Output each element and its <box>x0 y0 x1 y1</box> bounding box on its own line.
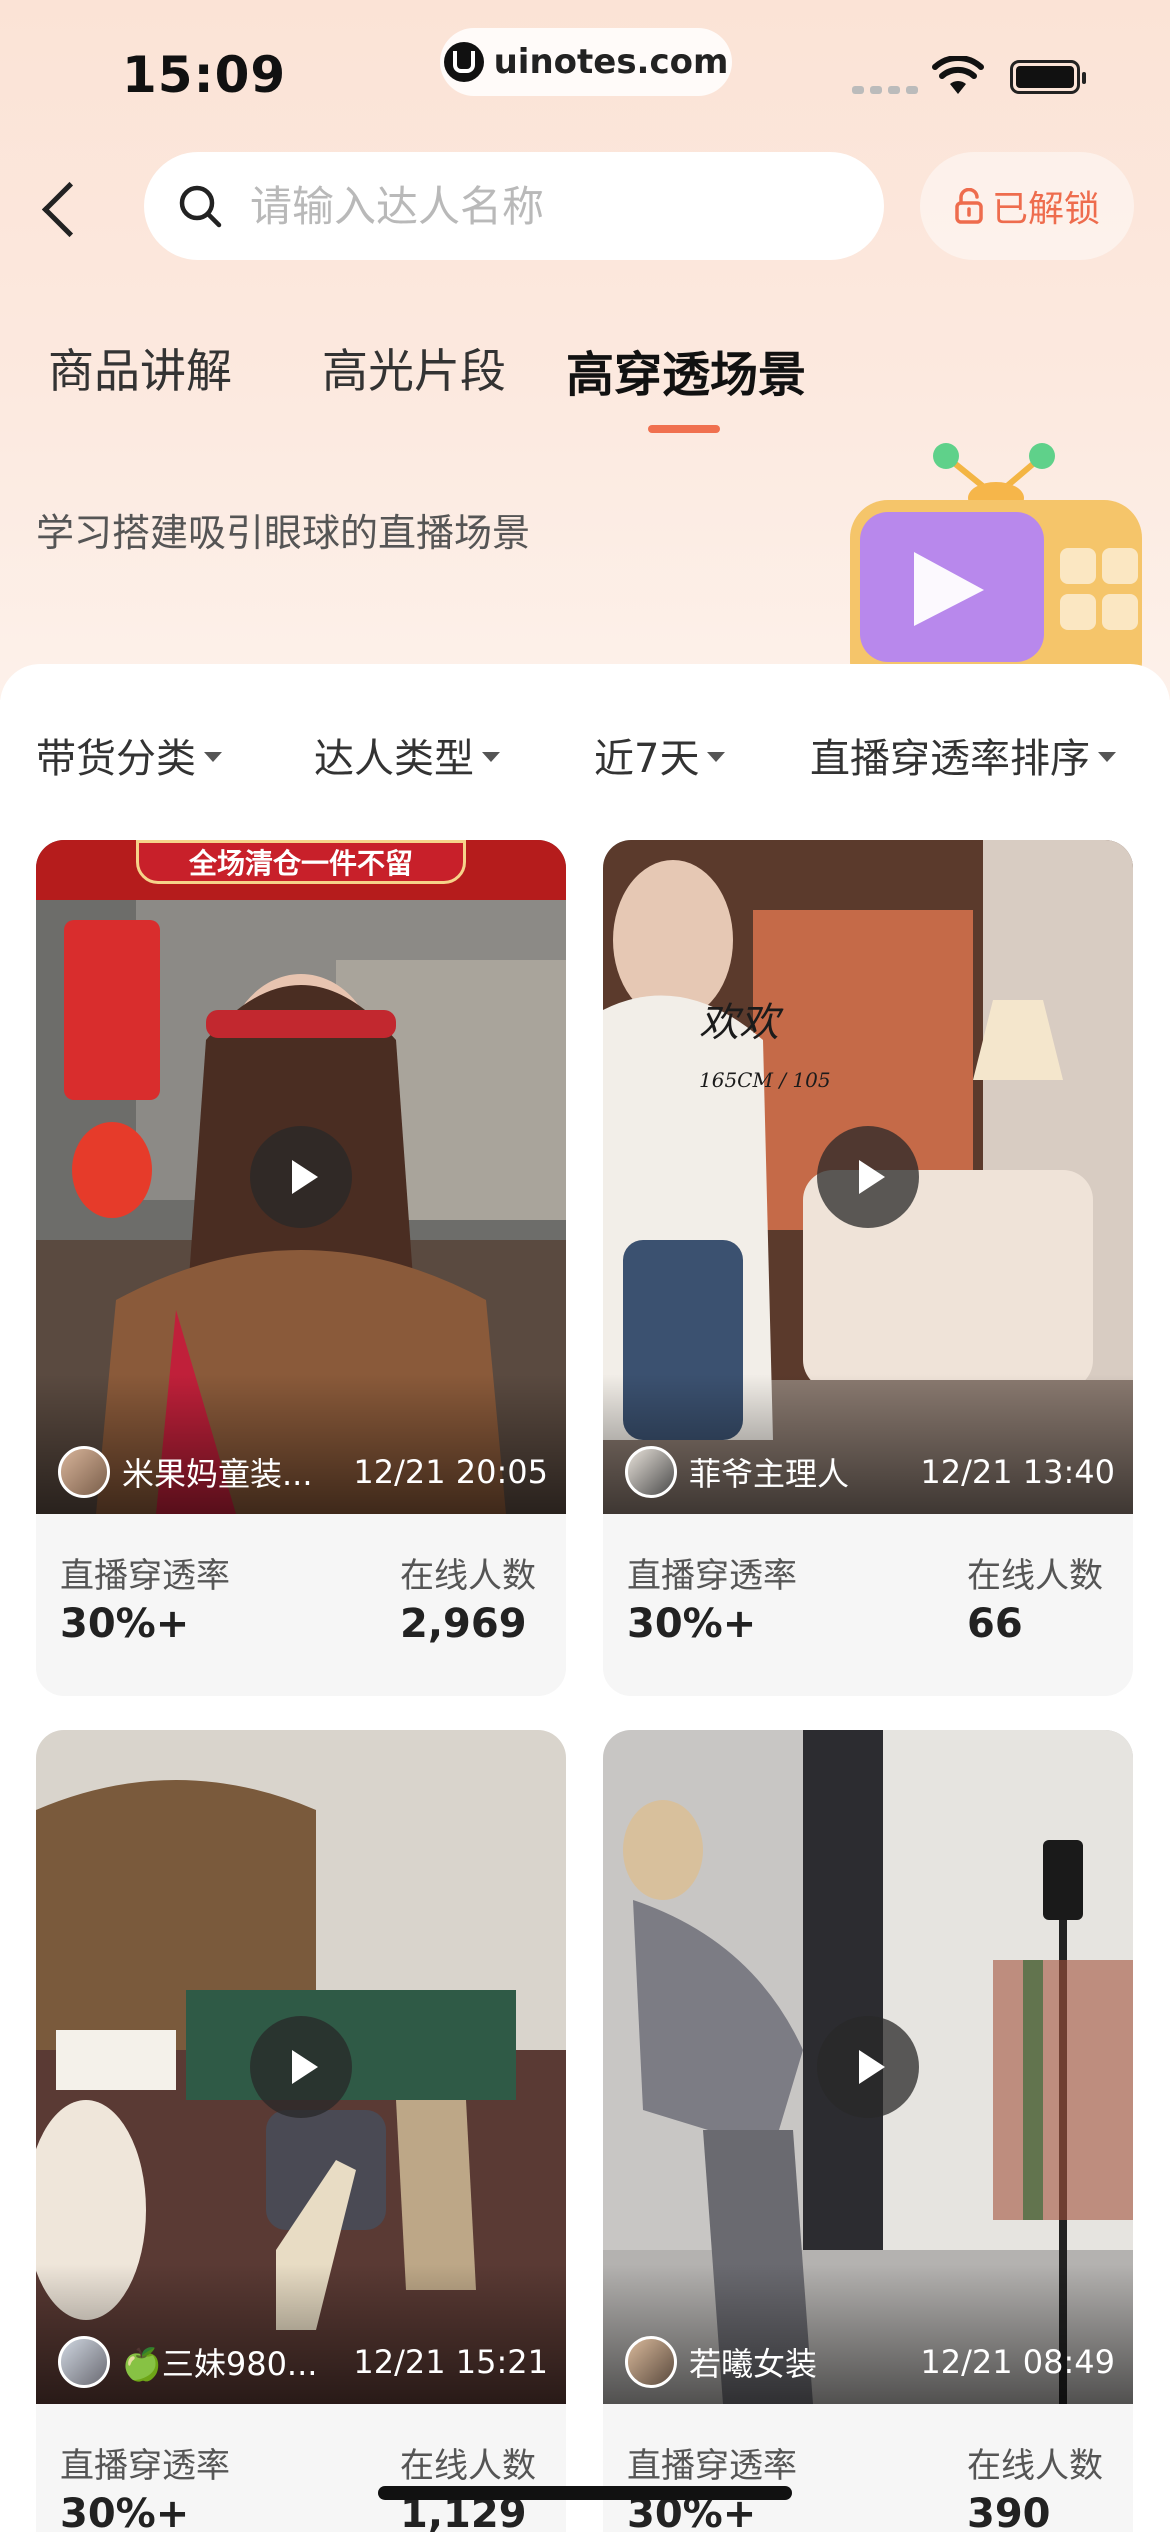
filter-sort[interactable]: 直播穿透率排序 <box>810 726 1116 784</box>
card-meta: 若曦女装 12/21 08:49 <box>625 2334 1115 2390</box>
live-datetime: 12/21 08:49 <box>920 2343 1115 2381</box>
play-icon[interactable] <box>250 2016 352 2118</box>
status-time: 15:09 <box>122 46 287 104</box>
rate-label: 直播穿透率 <box>627 1556 797 1596</box>
battery-icon <box>1010 60 1086 94</box>
rate-value: 30%+ <box>60 2491 190 2532</box>
online-stat: 在线人数 2,969 <box>400 1548 536 1647</box>
video-thumbnail[interactable]: 全场清仓一件不留 米果妈童装... 12/21 20:05 <box>36 840 566 1514</box>
search-icon <box>179 185 222 228</box>
video-thumbnail[interactable]: 若曦女装 12/21 08:49 <box>603 1730 1133 2404</box>
online-label: 在线人数 <box>400 2446 536 2486</box>
filter-date-range[interactable]: 近7天 <box>594 726 726 784</box>
unlock-icon <box>955 188 983 224</box>
caret-down-icon <box>482 752 500 762</box>
online-label: 在线人数 <box>400 1556 536 1596</box>
card-meta: 米果妈童装... 12/21 20:05 <box>58 1444 548 1500</box>
live-datetime: 12/21 15:21 <box>353 2343 548 2381</box>
online-label: 在线人数 <box>967 2446 1103 2486</box>
caret-down-icon <box>204 752 222 762</box>
tab-high-penetration-scenes[interactable]: 高穿透场景 <box>566 335 806 405</box>
online-value: 2,969 <box>400 1601 527 1647</box>
scene-card[interactable]: 全场清仓一件不留 米果妈童装... 12/21 20:05 直播穿透率 30%+… <box>36 840 566 1696</box>
caret-down-icon <box>707 752 726 762</box>
card-meta: 🍏三妹980... 12/21 15:21 <box>58 2334 548 2390</box>
filter-date-range-label: 近7天 <box>594 736 700 782</box>
unlocked-label: 已解锁 <box>991 189 1100 230</box>
tab-highlights[interactable]: 高光片段 <box>322 335 506 401</box>
rate-stat: 直播穿透率 30%+ <box>627 2438 797 2532</box>
rate-label: 直播穿透率 <box>60 1556 230 1596</box>
home-indicator[interactable] <box>378 2486 792 2500</box>
filter-creator-type-label: 达人类型 <box>314 736 474 782</box>
video-thumbnail[interactable]: 🍏三妹980... 12/21 15:21 <box>36 1730 566 2404</box>
card-meta: 菲爷主理人 12/21 13:40 <box>625 1444 1115 1500</box>
tab-bar: 商品讲解 高光片段 高穿透场景 <box>0 335 1170 445</box>
filter-bar: 带货分类 达人类型 近7天 直播穿透率排序 <box>0 726 1170 796</box>
author-name: 若曦女装 <box>689 2345 818 2383</box>
wifi-icon <box>932 56 984 94</box>
play-icon[interactable] <box>817 2016 919 2118</box>
online-value: 390 <box>967 2491 1051 2532</box>
live-datetime: 12/21 20:05 <box>353 1453 548 1491</box>
rate-stat: 直播穿透率 30%+ <box>60 1548 230 1647</box>
overlay-banner: 全场清仓一件不留 <box>136 840 466 884</box>
cellular-signal-icon <box>852 86 918 94</box>
online-stat: 在线人数 1,129 <box>400 2438 536 2532</box>
play-icon[interactable] <box>250 1126 352 1228</box>
play-icon[interactable] <box>817 1126 919 1228</box>
tv-illustration-icon <box>850 443 1142 670</box>
tab-product-explain[interactable]: 商品讲解 <box>48 335 232 401</box>
avatar <box>625 2336 677 2388</box>
overlay-text: 欢欢 <box>699 1000 779 1046</box>
active-tab-indicator <box>648 425 720 433</box>
avatar <box>58 1446 110 1498</box>
status-bar: 15:09 uinotes.com <box>0 0 1170 140</box>
scene-card[interactable]: 欢欢 165CM / 105 菲爷主理人 12/21 13:40 直播穿透率 3… <box>603 840 1133 1696</box>
rate-label: 直播穿透率 <box>627 2446 797 2486</box>
video-thumbnail[interactable]: 欢欢 165CM / 105 菲爷主理人 12/21 13:40 <box>603 840 1133 1514</box>
rate-value: 30%+ <box>627 1601 757 1647</box>
author-name: 米果妈童装... <box>122 1455 313 1493</box>
filter-creator-type[interactable]: 达人类型 <box>314 726 500 784</box>
url-text: uinotes.com <box>493 42 729 82</box>
online-label: 在线人数 <box>967 1556 1103 1596</box>
online-stat: 在线人数 66 <box>967 1548 1103 1647</box>
author-name: 菲爷主理人 <box>689 1455 850 1493</box>
live-datetime: 12/21 13:40 <box>920 1453 1115 1491</box>
filter-category-label: 带货分类 <box>36 736 196 782</box>
search-input[interactable] <box>250 152 850 260</box>
caret-down-icon <box>1098 752 1116 762</box>
unlocked-button[interactable]: 已解锁 <box>920 152 1134 260</box>
scene-card[interactable]: 🍏三妹980... 12/21 15:21 直播穿透率 30%+ 在线人数 1,… <box>36 1730 566 2532</box>
url-pill[interactable]: uinotes.com <box>440 28 732 96</box>
filter-sort-label: 直播穿透率排序 <box>810 736 1090 782</box>
search-box[interactable] <box>144 152 884 260</box>
rate-stat: 直播穿透率 30%+ <box>60 2438 230 2532</box>
rate-stat: 直播穿透率 30%+ <box>627 1548 797 1647</box>
online-value: 66 <box>967 1601 1023 1647</box>
avatar <box>58 2336 110 2388</box>
overlay-subtext: 165CM / 105 <box>699 1068 831 1092</box>
scene-card[interactable]: 若曦女装 12/21 08:49 直播穿透率 30%+ 在线人数 390 <box>603 1730 1133 2532</box>
site-logo-icon <box>443 42 484 82</box>
filter-category[interactable]: 带货分类 <box>36 726 222 784</box>
rate-value: 30%+ <box>60 1601 190 1647</box>
online-stat: 在线人数 390 <box>967 2438 1103 2532</box>
page-subtitle: 学习搭建吸引眼球的直播场景 <box>36 511 531 555</box>
rate-label: 直播穿透率 <box>60 2446 230 2486</box>
avatar <box>625 1446 677 1498</box>
back-button[interactable] <box>30 168 90 248</box>
author-name: 🍏三妹980... <box>122 2345 318 2383</box>
